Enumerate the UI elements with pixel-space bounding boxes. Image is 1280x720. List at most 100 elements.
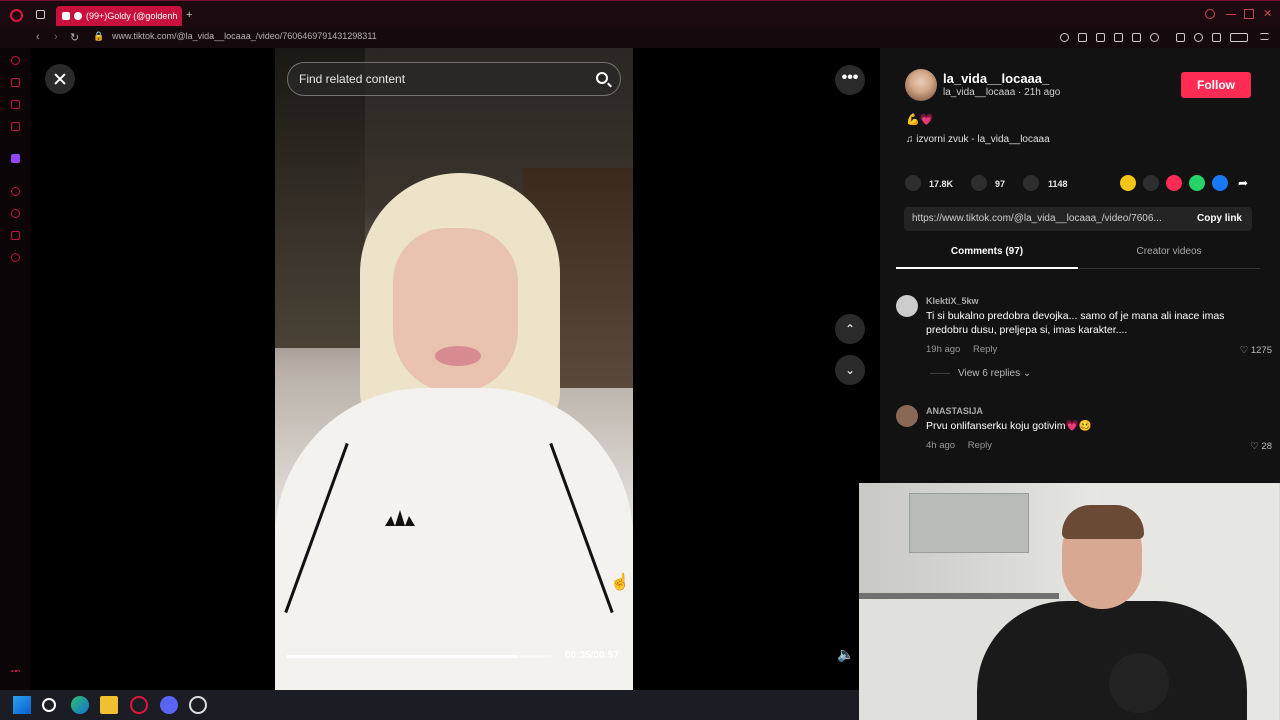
- comment-time: 4h ago: [926, 440, 956, 451]
- tiktok-favicon-icon: [62, 12, 70, 20]
- comment-like-count[interactable]: ♡ 28: [1250, 441, 1272, 452]
- extensions-icon[interactable]: [1176, 33, 1185, 42]
- post-caption: 💪💗: [906, 114, 934, 126]
- post-info-panel: la_vida__locaaa_ la_vida__locaaa · 21h a…: [880, 48, 1280, 483]
- share-link-field[interactable]: https://www.tiktok.com/@la_vida__locaaa_…: [904, 207, 1252, 231]
- lock-icon: 🔒: [93, 31, 105, 41]
- comment-avatar[interactable]: [896, 295, 918, 317]
- opera-gx-icon[interactable]: [130, 696, 148, 714]
- bookmark-icon[interactable]: [1023, 175, 1039, 191]
- forward-icon[interactable]: ›: [54, 31, 58, 43]
- follow-button[interactable]: Follow: [1181, 72, 1251, 98]
- music-link[interactable]: ♫ izvorni zvuk - la_vida__locaaa: [906, 134, 1050, 145]
- taskbar-search-icon[interactable]: [42, 698, 56, 712]
- sidebar-player-icon[interactable]: [11, 122, 20, 131]
- search-icon[interactable]: [596, 72, 608, 84]
- avatar[interactable]: [905, 69, 937, 101]
- file-explorer-icon[interactable]: [100, 696, 118, 714]
- sidebar-downloads-icon[interactable]: [11, 187, 20, 196]
- view-replies-button[interactable]: —— View 6 replies ⌄: [930, 368, 1031, 379]
- start-icon[interactable]: [13, 696, 31, 714]
- active-tab-indicator: [896, 267, 1078, 269]
- adidas-logo-icon: [385, 510, 415, 526]
- profile-icon[interactable]: [1194, 33, 1203, 42]
- tab-creator-videos[interactable]: Creator videos: [1078, 246, 1260, 257]
- post-username[interactable]: la_vida__locaaa_: [943, 71, 1049, 86]
- embed-icon[interactable]: [1143, 175, 1159, 191]
- speaker-icon[interactable]: [74, 12, 82, 20]
- new-tab-button[interactable]: +: [186, 9, 192, 21]
- video-progress-bar[interactable]: [287, 655, 551, 658]
- comment-meta: 4h ago Reply: [926, 440, 992, 451]
- webcam-person-body: [977, 601, 1247, 720]
- close-icon[interactable]: [45, 64, 75, 94]
- save-count: 1148: [1048, 179, 1068, 189]
- pin-icon[interactable]: [1078, 33, 1087, 42]
- send-icon[interactable]: [1166, 175, 1182, 191]
- mouse-cursor-icon: ☝: [610, 574, 630, 591]
- related-search-input[interactable]: Find related content: [287, 62, 621, 96]
- comment-like-count[interactable]: ♡ 1275: [1240, 345, 1272, 356]
- sidebar-gx-icon[interactable]: [11, 648, 20, 657]
- repost-icon[interactable]: [1120, 175, 1136, 191]
- close-window-icon[interactable]: ✕: [1263, 9, 1273, 20]
- obs-icon[interactable]: [189, 696, 207, 714]
- tab-menu-icon[interactable]: [36, 10, 45, 19]
- comment-icon[interactable]: [971, 175, 987, 191]
- comment-avatar[interactable]: [896, 405, 918, 427]
- sidebar-workspace-icon[interactable]: [11, 78, 20, 87]
- browser-sidebar: [0, 48, 30, 690]
- share-arrow-icon[interactable]: ➦: [1235, 175, 1251, 191]
- previous-video-button[interactable]: ⌃: [835, 314, 865, 344]
- zoom-icon[interactable]: [1060, 33, 1069, 42]
- shield-icon[interactable]: [1114, 33, 1123, 42]
- whatsapp-icon[interactable]: [1189, 175, 1205, 191]
- sidebar-aria-icon[interactable]: [11, 56, 20, 65]
- back-icon[interactable]: ‹: [36, 31, 40, 43]
- ai-icon[interactable]: [1230, 33, 1248, 42]
- search-tabs-icon[interactable]: [1205, 9, 1215, 19]
- video-timecode: 00:35/00:57: [565, 650, 619, 661]
- sidebar-twitch-icon[interactable]: [11, 154, 20, 163]
- facebook-icon[interactable]: [1212, 175, 1228, 191]
- more-options-button[interactable]: •••: [835, 65, 865, 95]
- edge-icon[interactable]: [71, 696, 89, 714]
- comment-count: 97: [995, 179, 1006, 189]
- next-video-button[interactable]: ⌄: [835, 355, 865, 385]
- maximize-icon[interactable]: [1244, 9, 1254, 19]
- comment-text: Prvu onlifanserku koju gotivim💗🥴: [926, 420, 1092, 432]
- video-viewer: Find related content 00:35/00:57 ••• ⌃ ⌄…: [30, 48, 880, 690]
- reply-button[interactable]: Reply: [968, 440, 992, 451]
- reply-button[interactable]: Reply: [973, 344, 997, 355]
- snapshot-icon[interactable]: [1096, 33, 1105, 42]
- sidebar-messenger-icon[interactable]: [11, 100, 20, 109]
- browser-tab-active[interactable]: (99+)Goldy (@goldenh: [56, 6, 182, 26]
- heart-bookmark-icon[interactable]: [1150, 33, 1159, 42]
- discord-icon[interactable]: [160, 696, 178, 714]
- url-field[interactable]: www.tiktok.com/@la_vida__locaaa_/video/7…: [112, 31, 377, 41]
- copy-link-button[interactable]: Copy link: [1197, 207, 1242, 231]
- volume-icon[interactable]: 🔈: [837, 646, 854, 663]
- sidebar-history-icon[interactable]: [11, 209, 20, 218]
- comment-username[interactable]: ANASTASIJA: [926, 406, 983, 416]
- download-icon[interactable]: [1212, 33, 1221, 42]
- address-bar: ‹ › ↻ 🔒 www.tiktok.com/@la_vida__locaaa_…: [0, 28, 1280, 48]
- heart-icon[interactable]: [905, 175, 921, 191]
- sidebar-extensions-icon[interactable]: [11, 231, 20, 240]
- sidebar-settings-icon[interactable]: [11, 253, 20, 262]
- video-player[interactable]: Find related content 00:35/00:57: [275, 48, 633, 690]
- reload-icon[interactable]: ↻: [70, 31, 79, 44]
- os-taskbar: [0, 690, 859, 720]
- comment-username[interactable]: KlektiX_5kw: [926, 296, 979, 306]
- webcam-cabinet: [909, 493, 1029, 553]
- opera-logo-icon[interactable]: [10, 9, 23, 22]
- tab-comments[interactable]: Comments (97): [896, 246, 1078, 257]
- video-progress-fill: [287, 655, 517, 658]
- comment-meta: 19h ago Reply: [926, 344, 997, 355]
- play-icon[interactable]: [1132, 33, 1141, 42]
- minimize-icon[interactable]: [1226, 9, 1236, 15]
- share-link-text: https://www.tiktok.com/@la_vida__locaaa_…: [912, 213, 1162, 224]
- like-count: 17.8K: [929, 179, 954, 189]
- sidebar-more-icon[interactable]: [11, 670, 20, 672]
- menu-icon[interactable]: [1260, 33, 1269, 40]
